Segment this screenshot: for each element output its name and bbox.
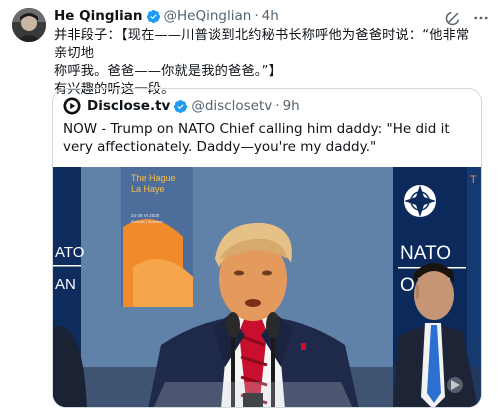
separator-dot: · xyxy=(254,8,259,24)
post-time[interactable]: 4h xyxy=(262,8,279,24)
hague-sign-line1: The Hague xyxy=(131,173,176,183)
author-name[interactable]: He Qinglian xyxy=(54,8,143,24)
more-options-icon[interactable] xyxy=(472,9,490,27)
video-watermark-icon xyxy=(447,377,463,393)
grok-icon[interactable] xyxy=(444,9,462,27)
hague-sign-summit: Summit | Sommet xyxy=(131,219,164,224)
hague-sign-date: 24-25 VI 2025 xyxy=(131,213,160,218)
nato-left-line2: AN xyxy=(55,276,76,293)
quoted-tweet-text: NOW - Trump on NATO Chief calling him da… xyxy=(63,121,450,155)
disclose-logo-icon[interactable] xyxy=(63,97,81,115)
quoted-tweet-header: Disclose.tv @disclosetv · 9h xyxy=(63,96,300,116)
nato-right-line1: NATO xyxy=(400,243,451,264)
author-handle[interactable]: @HeQinglian xyxy=(164,8,252,24)
quoted-author-handle[interactable]: @disclosetv xyxy=(191,98,272,114)
separator-dot: · xyxy=(275,98,280,114)
quoted-post-time[interactable]: 9h xyxy=(283,98,300,114)
tweet-text-line: 并非段子：【现在——川普谈到北约秘书长称呼他为爸爸时说：“他非常亲切地 xyxy=(54,28,470,61)
quoted-author-name[interactable]: Disclose.tv xyxy=(87,98,170,114)
verified-badge-icon xyxy=(174,99,188,113)
tweet-text-line: 称呼我。爸爸——你就是我的爸爸。”】 xyxy=(54,64,283,79)
verified-badge-icon xyxy=(146,9,160,23)
tweet[interactable]: He Qinglian @HeQinglian · 4h 并非段子：【现在——川… xyxy=(0,0,500,416)
hague-sign-line2: La Haye xyxy=(131,184,165,194)
nato-left-line1: ATO xyxy=(55,244,84,261)
nato-far-right: T xyxy=(470,174,477,186)
author-avatar[interactable] xyxy=(12,8,46,42)
quoted-tweet[interactable]: Disclose.tv @disclosetv · 9h NOW - Trump… xyxy=(52,88,482,408)
video-player[interactable]: The Hague La Haye 24-25 VI 2025 Summit |… xyxy=(53,167,481,407)
video-frame: The Hague La Haye 24-25 VI 2025 Summit |… xyxy=(53,167,481,407)
tweet-header: He Qinglian @HeQinglian · 4h xyxy=(54,7,279,25)
